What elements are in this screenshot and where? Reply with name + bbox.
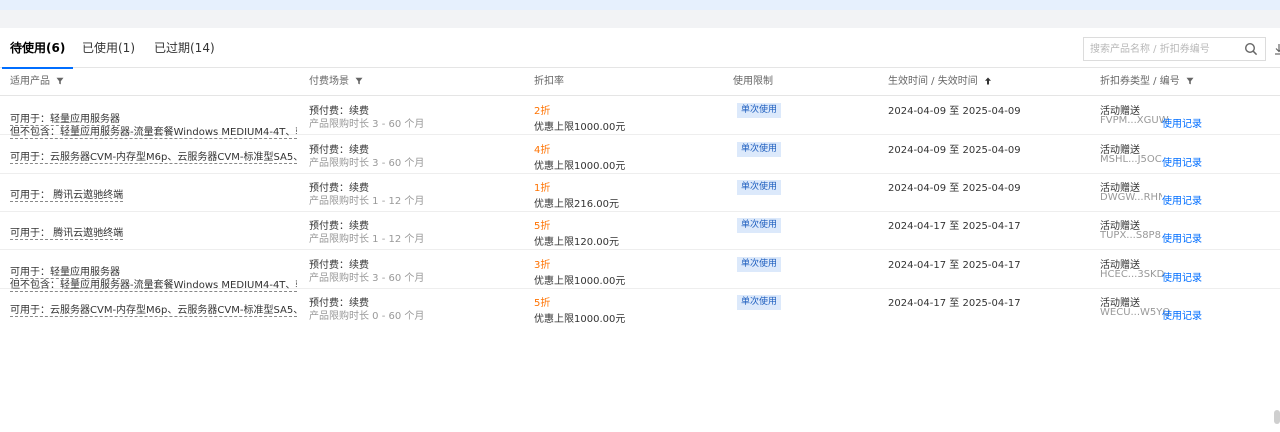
- coupon-code: MSHL...J5OC: [1100, 154, 1162, 165]
- col-product: 适用产品: [10, 68, 64, 96]
- usage-record-link[interactable]: 使用记录: [1162, 269, 1202, 284]
- discount-cap: 优惠上限1000.00元: [534, 122, 626, 133]
- col-limit: 使用限制: [733, 76, 773, 87]
- tab-used[interactable]: 已使用(1): [82, 28, 135, 68]
- search-input[interactable]: [1090, 41, 1240, 57]
- valid-period: 2024-04-17 至 2025-04-17: [888, 221, 1021, 232]
- usage-record-link[interactable]: 使用记录: [1162, 115, 1202, 130]
- valid-period: 2024-04-17 至 2025-04-17: [888, 298, 1021, 309]
- col-time: 生效时间 / 失效时间: [888, 68, 992, 96]
- discount-rate: 3折: [534, 260, 551, 271]
- usage-record-link[interactable]: 使用记录: [1162, 230, 1202, 245]
- discount-cap: 优惠上限1000.00元: [534, 276, 626, 287]
- valid-period: 2024-04-09 至 2025-04-09: [888, 183, 1021, 194]
- product-scope[interactable]: 可用于： 腾讯云遨驰终端: [10, 224, 124, 240]
- discount-rate: 5折: [534, 298, 551, 309]
- coupon-code: DWGW...RHNN: [1100, 192, 1162, 203]
- term-limit: 产品限购时长 0 - 60 个月: [309, 311, 425, 322]
- usage-badge: 单次使用: [737, 142, 782, 157]
- table-row: 可用于：轻量应用服务器 但不包含：轻量应用服务器-流量套餐Windows MED…: [0, 97, 1280, 139]
- table-row: 可用于： 腾讯云遨驰终端 预付费：续费 产品限购时长 1 - 12 个月 1折 …: [0, 174, 1280, 212]
- scrollbar-thumb[interactable]: [1274, 410, 1280, 424]
- term-limit: 产品限购时长 1 - 12 个月: [309, 196, 425, 207]
- download-icon[interactable]: [1274, 43, 1280, 55]
- product-scope[interactable]: 可用于： 腾讯云遨驰终端: [10, 186, 124, 202]
- discount-rate: 4折: [534, 145, 551, 156]
- usage-record-link[interactable]: 使用记录: [1162, 192, 1202, 207]
- filter-icon[interactable]: [355, 77, 363, 85]
- table-header: 适用产品 付费场景 折扣率 使用限制 生效时间 / 失效时间 折扣券类型 / 编…: [0, 68, 1280, 96]
- usage-record-link[interactable]: 使用记录: [1162, 154, 1202, 169]
- usage-badge: 单次使用: [737, 218, 782, 233]
- product-scope[interactable]: 可用于：云服务器CVM-内存型M6p、云服务器CVM-标准型SA5、云服...: [10, 301, 297, 317]
- product-scope[interactable]: 可用于：云服务器CVM-内存型M6p、云服务器CVM-标准型SA5、云服...: [10, 148, 297, 164]
- usage-record-link[interactable]: 使用记录: [1162, 307, 1202, 322]
- notice-banner: [0, 0, 1280, 10]
- sort-up-icon[interactable]: [984, 77, 992, 85]
- tab-expired[interactable]: 已过期(14): [154, 28, 215, 68]
- usage-badge: 单次使用: [737, 257, 782, 272]
- discount-cap: 优惠上限1000.00元: [534, 161, 626, 172]
- usage-badge: 单次使用: [737, 295, 782, 310]
- term-limit: 产品限购时长 3 - 60 个月: [309, 273, 425, 284]
- col-type: 折扣券类型 / 编号: [1100, 68, 1194, 96]
- table-row: 可用于：云服务器CVM-内存型M6p、云服务器CVM-标准型SA5、云服... …: [0, 289, 1280, 327]
- col-rate: 折扣率: [534, 76, 564, 87]
- coupon-code: HCEC...3SKD: [1100, 269, 1165, 280]
- table-row: 可用于： 腾讯云遨驰终端 预付费：续费 产品限购时长 1 - 12 个月 5折 …: [0, 212, 1280, 250]
- discount-rate: 5折: [534, 221, 551, 232]
- col-scene: 付费场景: [309, 68, 363, 96]
- search-box: [1083, 37, 1266, 61]
- filter-icon[interactable]: [56, 77, 64, 85]
- coupon-code: FVPM...XGUW: [1100, 115, 1169, 126]
- usage-badge: 单次使用: [737, 180, 782, 195]
- coupon-code: WECU...W5YQ: [1100, 307, 1171, 318]
- valid-period: 2024-04-09 至 2025-04-09: [888, 145, 1021, 156]
- table-row: 可用于：轻量应用服务器 但不包含：轻量应用服务器-流量套餐Windows MED…: [0, 251, 1280, 292]
- coupon-code: TUPX...S8P8: [1100, 230, 1161, 241]
- search-icon[interactable]: [1244, 42, 1258, 56]
- filter-icon[interactable]: [1186, 77, 1194, 85]
- discount-rate: 1折: [534, 183, 551, 194]
- discount-cap: 优惠上限120.00元: [534, 237, 619, 248]
- term-limit: 产品限购时长 3 - 60 个月: [309, 119, 425, 130]
- page-gap: [0, 10, 1280, 28]
- tab-pending[interactable]: 待使用(6): [1, 28, 74, 69]
- term-limit: 产品限购时长 1 - 12 个月: [309, 234, 425, 245]
- discount-cap: 优惠上限216.00元: [534, 199, 619, 210]
- term-limit: 产品限购时长 3 - 60 个月: [309, 158, 425, 169]
- valid-period: 2024-04-09 至 2025-04-09: [888, 106, 1021, 117]
- usage-badge: 单次使用: [737, 103, 782, 118]
- valid-period: 2024-04-17 至 2025-04-17: [888, 260, 1021, 271]
- table-row: 可用于：云服务器CVM-内存型M6p、云服务器CVM-标准型SA5、云服... …: [0, 136, 1280, 174]
- discount-cap: 优惠上限1000.00元: [534, 314, 626, 325]
- discount-rate: 2折: [534, 106, 551, 117]
